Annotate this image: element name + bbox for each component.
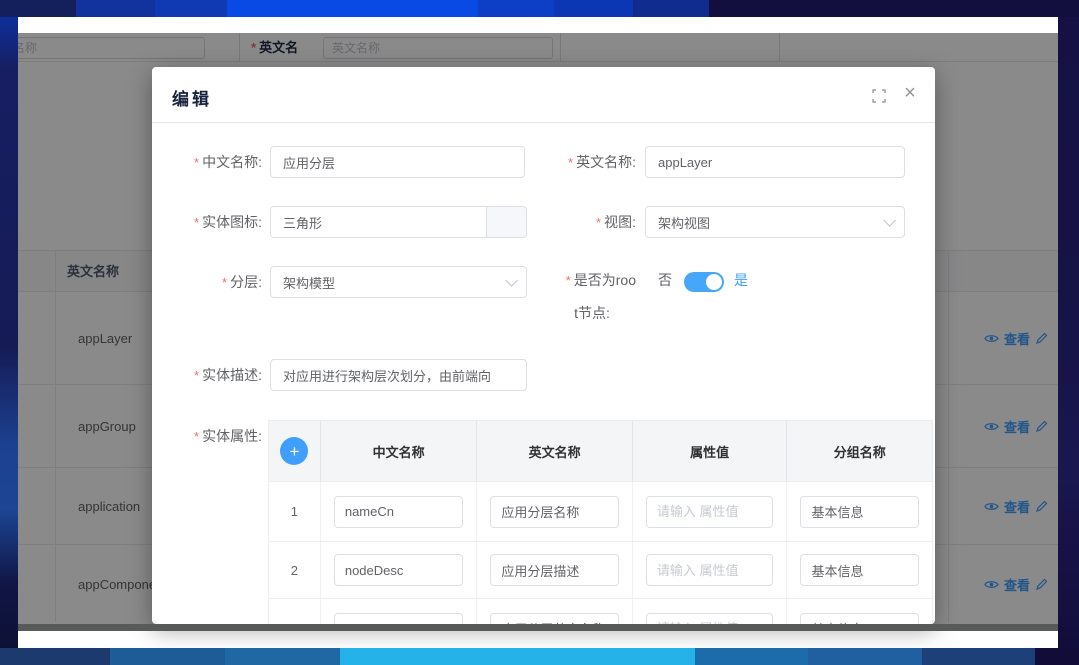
icon-preview-addon[interactable] — [486, 207, 526, 237]
entity-icon-input[interactable] — [271, 207, 486, 237]
switch-off-text: 否 — [658, 270, 672, 290]
dialog-title: 编辑 — [172, 85, 212, 110]
attribute-row: 1 — [269, 481, 932, 541]
cn-name-label: *中文名称: — [172, 146, 262, 179]
attribute-row: 3 — [269, 598, 932, 624]
fullscreen-icon[interactable] — [872, 89, 888, 105]
row-number: 1 — [291, 504, 298, 519]
wallpaper-segment — [110, 648, 225, 665]
attr-value-input[interactable] — [646, 613, 774, 625]
wallpaper-top — [0, 0, 1079, 17]
required-mark: * — [222, 275, 227, 290]
wallpaper-left — [0, 17, 18, 648]
column-header: 英文名称 — [477, 421, 633, 481]
chevron-down-icon — [883, 214, 896, 227]
cn-name-input[interactable] — [270, 146, 525, 178]
screenshot-bottom-edge — [18, 624, 1058, 631]
entity-desc-input[interactable] — [270, 359, 527, 391]
attr-group-input[interactable] — [800, 554, 919, 586]
divider — [152, 122, 935, 123]
wallpaper-right — [1058, 17, 1079, 648]
wallpaper-segment — [709, 0, 1079, 17]
entity-attrs-label: *实体属性: — [172, 420, 262, 453]
layer-select-value: 架构模型 — [283, 273, 335, 292]
wallpaper-segment — [1035, 648, 1079, 665]
wallpaper-segment — [0, 0, 76, 17]
wallpaper-segment — [922, 648, 1035, 665]
wallpaper-segment — [808, 648, 922, 665]
attr-group-input[interactable] — [800, 613, 919, 625]
attribute-table-header: + 中文名称 英文名称 属性值 分组名称 — [269, 421, 932, 481]
close-icon[interactable]: × — [900, 80, 920, 106]
entity-icon-field — [270, 206, 527, 238]
view-select-value: 架构视图 — [658, 213, 710, 232]
attr-cn-name-input[interactable] — [334, 496, 464, 528]
chevron-down-icon — [505, 274, 518, 287]
switch-on-text: 是 — [734, 270, 748, 290]
is-root-label: *是否为roo t节点: — [548, 270, 636, 323]
layer-select[interactable]: 架构模型 — [270, 266, 527, 298]
column-header: 中文名称 — [321, 421, 478, 481]
attr-cn-name-input[interactable] — [334, 554, 464, 586]
wallpaper-segment — [227, 0, 478, 17]
wallpaper-segment — [76, 0, 155, 17]
entity-icon-label: *实体图标: — [172, 206, 262, 239]
view-select[interactable]: 架构视图 — [645, 206, 905, 238]
wallpaper-segment — [554, 0, 633, 17]
required-mark: * — [194, 215, 199, 230]
app-window: *英文名 英文名称 appLayer 查看 appGroup — [18, 17, 1058, 648]
required-mark: * — [596, 215, 601, 230]
add-attribute-button[interactable]: + — [280, 437, 308, 465]
row-number: 2 — [291, 563, 298, 578]
attribute-table: + 中文名称 英文名称 属性值 分组名称 1 2 — [268, 420, 933, 624]
layer-label: *分层: — [172, 266, 262, 299]
edit-dialog: 编辑 × *中文名称: *英文名称: *实体图标: *视图: 架构视图 — [152, 67, 935, 624]
wallpaper-segment — [695, 648, 808, 665]
wallpaper-segment — [225, 648, 340, 665]
wallpaper-segment — [0, 648, 110, 665]
column-header: 属性值 — [633, 421, 788, 481]
attr-group-input[interactable] — [800, 496, 919, 528]
screen: *英文名 英文名称 appLayer 查看 appGroup — [0, 0, 1079, 665]
switch-knob — [706, 274, 722, 290]
wallpaper-segment — [340, 648, 695, 665]
en-name-label: *英文名称: — [548, 146, 636, 179]
required-mark: * — [194, 155, 199, 170]
wallpaper-segment — [478, 0, 554, 17]
attr-value-input[interactable] — [646, 554, 774, 586]
attr-value-input[interactable] — [646, 496, 774, 528]
column-header: 分组名称 — [787, 421, 932, 481]
attr-cn-name-input[interactable] — [334, 613, 464, 625]
required-mark: * — [194, 368, 199, 383]
required-mark: * — [566, 273, 571, 288]
view-label: *视图: — [548, 206, 636, 239]
entity-desc-label: *实体描述: — [172, 359, 262, 392]
root-switch[interactable] — [684, 272, 724, 292]
attribute-row: 2 — [269, 541, 932, 598]
attr-en-name-input[interactable] — [490, 613, 619, 625]
wallpaper-bottom — [0, 648, 1079, 665]
wallpaper-segment — [155, 0, 227, 17]
en-name-input[interactable] — [645, 146, 905, 178]
attr-en-name-input[interactable] — [490, 496, 619, 528]
required-mark: * — [568, 155, 573, 170]
required-mark: * — [194, 429, 199, 444]
wallpaper-segment — [633, 0, 709, 17]
attr-en-name-input[interactable] — [490, 554, 619, 586]
